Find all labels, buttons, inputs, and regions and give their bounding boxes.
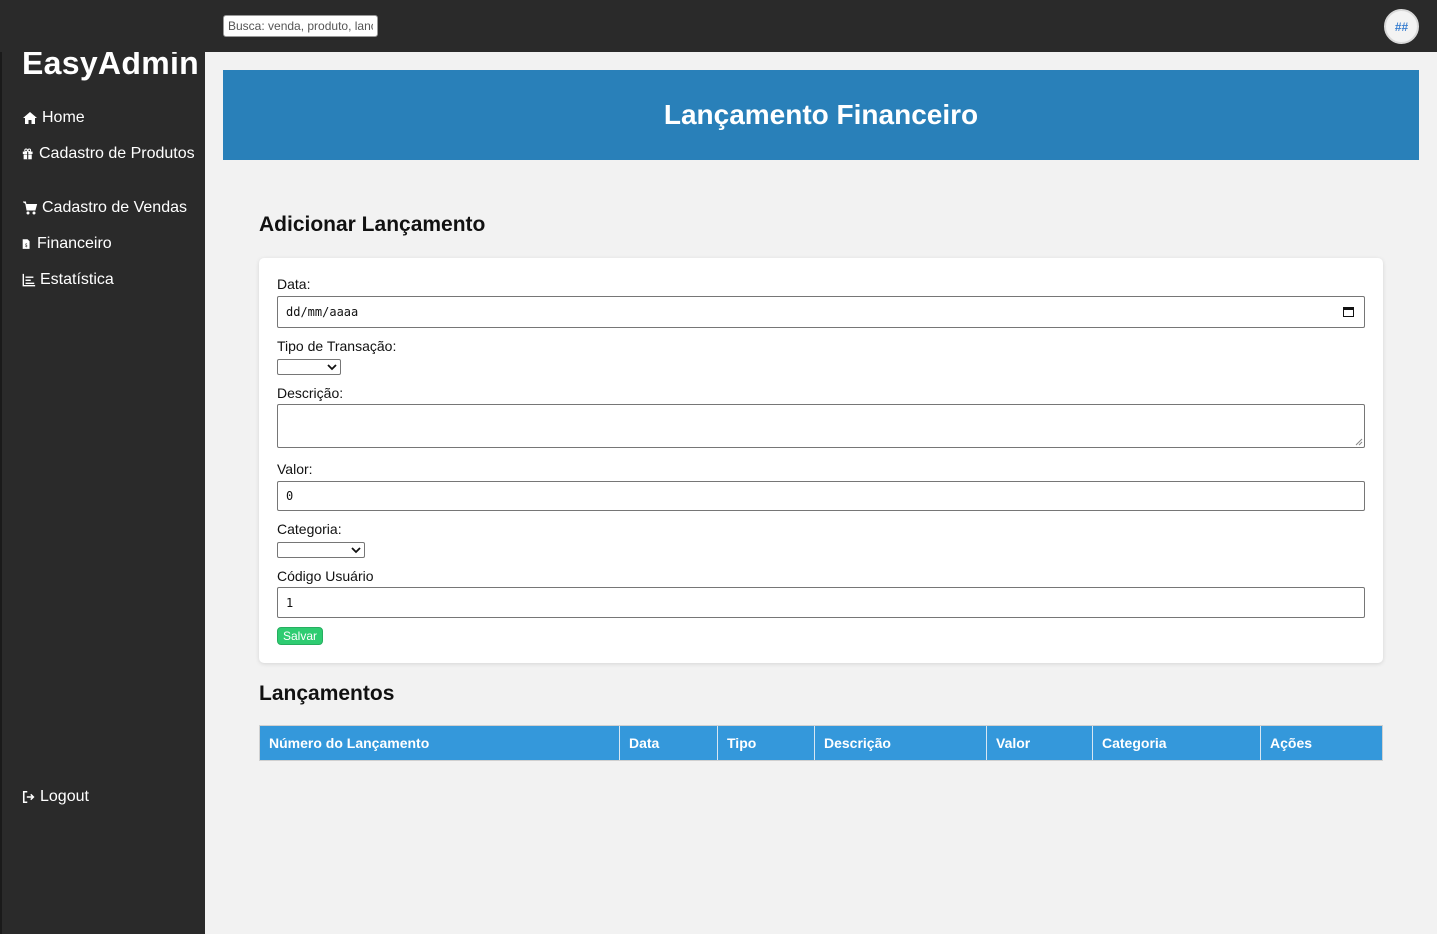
gift-icon [22,148,33,160]
avatar[interactable]: ## [1384,9,1419,44]
date-input[interactable]: dd/mm/aaaa [277,296,1365,328]
logout-link[interactable]: Logout [22,788,202,806]
tipo-select[interactable] [277,359,341,375]
sidebar-item-label: Cadastro de Produtos [39,145,195,162]
home-icon [23,112,37,124]
categoria-select[interactable] [277,542,365,558]
date-input-value: dd/mm/aaaa [286,305,359,319]
sidebar-item-label: Cadastro de Vendas [42,199,187,216]
logout-label: Logout [40,788,89,805]
column-header: Valor [987,726,1093,760]
resize-handle-icon[interactable] [1355,438,1363,446]
column-header: Número do Lançamento [260,726,620,760]
transactions-table: Número do Lançamento Data Tipo Descrição… [259,725,1383,761]
sidebar-item-label: Financeiro [37,235,112,252]
codigo-input[interactable]: 1 [277,587,1365,618]
calendar-icon[interactable] [1343,306,1354,317]
column-header: Ações [1270,735,1313,751]
sidebar-item-financeiro[interactable]: $ Financeiro [22,235,202,253]
sidebar-item-produtos[interactable]: Cadastro de Produtos [22,145,202,163]
column-header: Data [620,726,718,760]
data-label: Data: [277,276,311,292]
descricao-label: Descrição: [277,385,344,401]
save-button[interactable]: Salvar [277,627,323,645]
tipo-label: Tipo de Transação: [277,338,397,354]
top-bar [0,0,1437,52]
column-header: Descrição [815,726,987,760]
form-card: Data: dd/mm/aaaa Tipo de Transação: Desc… [259,258,1383,663]
valor-label: Valor: [277,461,313,477]
valor-value: 0 [286,489,294,503]
descricao-textarea[interactable] [277,404,1365,448]
cart-icon [23,201,38,215]
sidebar-item-label: Estatística [40,271,114,288]
list-title: Lançamentos [259,682,395,705]
page-header: Lançamento Financeiro [223,70,1419,160]
form-title: Adicionar Lançamento [259,213,486,236]
codigo-value: 1 [286,595,294,610]
svg-text:$: $ [25,243,28,249]
sign-out-icon [22,790,35,804]
search-input[interactable] [223,15,378,37]
sidebar-item-label: Home [42,109,85,126]
chevron-down-icon [327,364,337,371]
categoria-label: Categoria: [277,521,342,537]
file-invoice-dollar-icon: $ [22,239,30,249]
chevron-down-icon [351,547,361,554]
sidebar: EasyAdmin Home Cadastro de Produtos Cada… [0,0,205,934]
chart-line-icon [22,273,36,287]
page-title: Lançamento Financeiro [663,99,979,130]
sidebar-item-vendas[interactable]: Cadastro de Vendas [22,199,202,217]
codigo-label: Código Usuário [277,568,374,584]
sidebar-item-home[interactable]: Home [22,109,202,127]
sidebar-item-estatistica[interactable]: Estatística [22,271,202,289]
column-header: Tipo [718,726,815,760]
valor-input[interactable]: 0 [277,481,1365,511]
column-header: Categoria [1093,726,1261,760]
